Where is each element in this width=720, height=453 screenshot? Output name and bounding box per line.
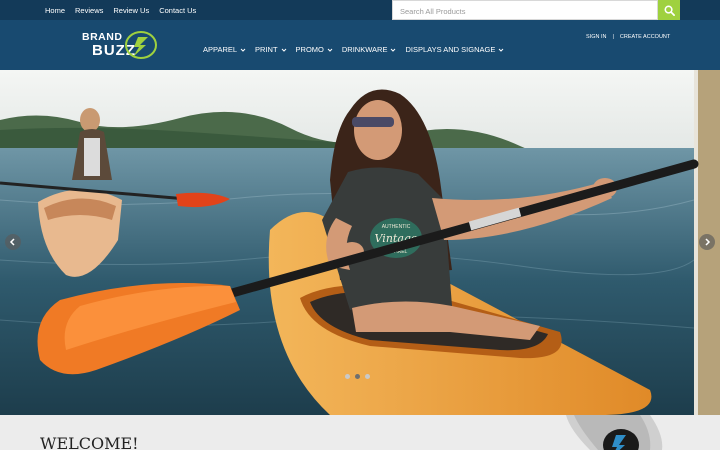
chevron-down-icon	[240, 48, 246, 52]
sign-in-link[interactable]: SIGN IN	[586, 34, 606, 40]
nav-link-contact-us[interactable]: Contact Us	[159, 6, 196, 15]
nav-link-reviews[interactable]: Reviews	[75, 6, 103, 15]
welcome-title: WELCOME!	[40, 434, 139, 453]
chevron-down-icon	[327, 48, 333, 52]
slider-dot[interactable]	[345, 374, 350, 379]
chevron-right-icon	[705, 238, 711, 246]
nav-link-home[interactable]: Home	[45, 6, 65, 15]
nav-menu-label: DISPLAYS AND SIGNAGE	[405, 45, 496, 54]
hero-image: Vintage AUTHENTIC APPAREL	[0, 70, 720, 415]
chevron-down-icon	[498, 48, 504, 52]
chevron-down-icon	[391, 48, 396, 52]
logo-bolt-icon	[125, 31, 157, 59]
slider-next-button[interactable]	[699, 234, 715, 250]
nav-menu-print[interactable]: PRINT	[255, 45, 287, 54]
search-input[interactable]	[393, 2, 657, 21]
search-box	[392, 0, 658, 21]
chevron-left-icon	[9, 238, 15, 246]
brand-logo[interactable]: BRAND BUZZ	[78, 29, 160, 63]
nav-menu-label: DRINKWARE	[341, 45, 388, 54]
nav-menu-apparel[interactable]: APPAREL	[203, 45, 246, 54]
account-links: SIGN IN | CREATE ACCOUNT	[586, 34, 670, 40]
nav-menu-label: PROMO	[295, 45, 324, 54]
nav-menu-label: APPAREL	[203, 45, 238, 54]
nav-menu-displays-signage[interactable]: DISPLAYS AND SIGNAGE	[405, 45, 504, 54]
create-account-link[interactable]: CREATE ACCOUNT	[620, 34, 670, 40]
search-icon	[664, 5, 675, 16]
nav-menu-promo[interactable]: PROMO	[296, 45, 333, 54]
chevron-down-icon	[281, 48, 286, 52]
top-nav: Home Reviews Review Us Contact Us	[45, 0, 196, 20]
search-button[interactable]	[658, 0, 680, 20]
main-nav: APPAREL PRINT PROMO DRINKWARE DISPLAYS A…	[203, 45, 504, 54]
nav-link-review-us[interactable]: Review Us	[113, 6, 149, 15]
account-separator: |	[612, 34, 614, 40]
svg-text:AUTHENTIC: AUTHENTIC	[382, 224, 411, 230]
slider-prev-button[interactable]	[5, 234, 21, 250]
nav-menu-drinkware[interactable]: DRINKWARE	[342, 45, 397, 54]
slider-dots	[345, 374, 370, 379]
nav-menu-label: PRINT	[255, 45, 278, 54]
hero-slider[interactable]: Vintage AUTHENTIC APPAREL	[0, 70, 720, 415]
slider-dot-active[interactable]	[355, 374, 360, 379]
slider-dot[interactable]	[365, 374, 370, 379]
